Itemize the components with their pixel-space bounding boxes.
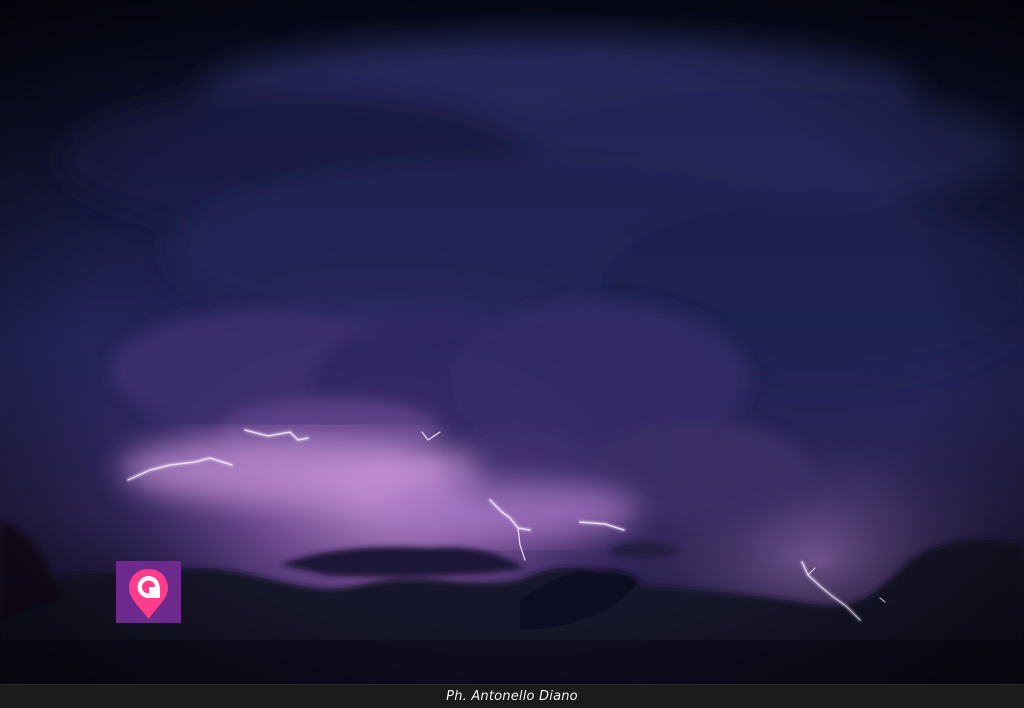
- photo-credit: Ph. Antonello Diano: [446, 689, 578, 704]
- map-pin-logo: [116, 561, 181, 623]
- map-pin-icon: [129, 569, 168, 619]
- caption-bar: Ph. Antonello Diano: [0, 684, 1024, 708]
- photo-frame: Ph. Antonello Diano: [0, 0, 1024, 708]
